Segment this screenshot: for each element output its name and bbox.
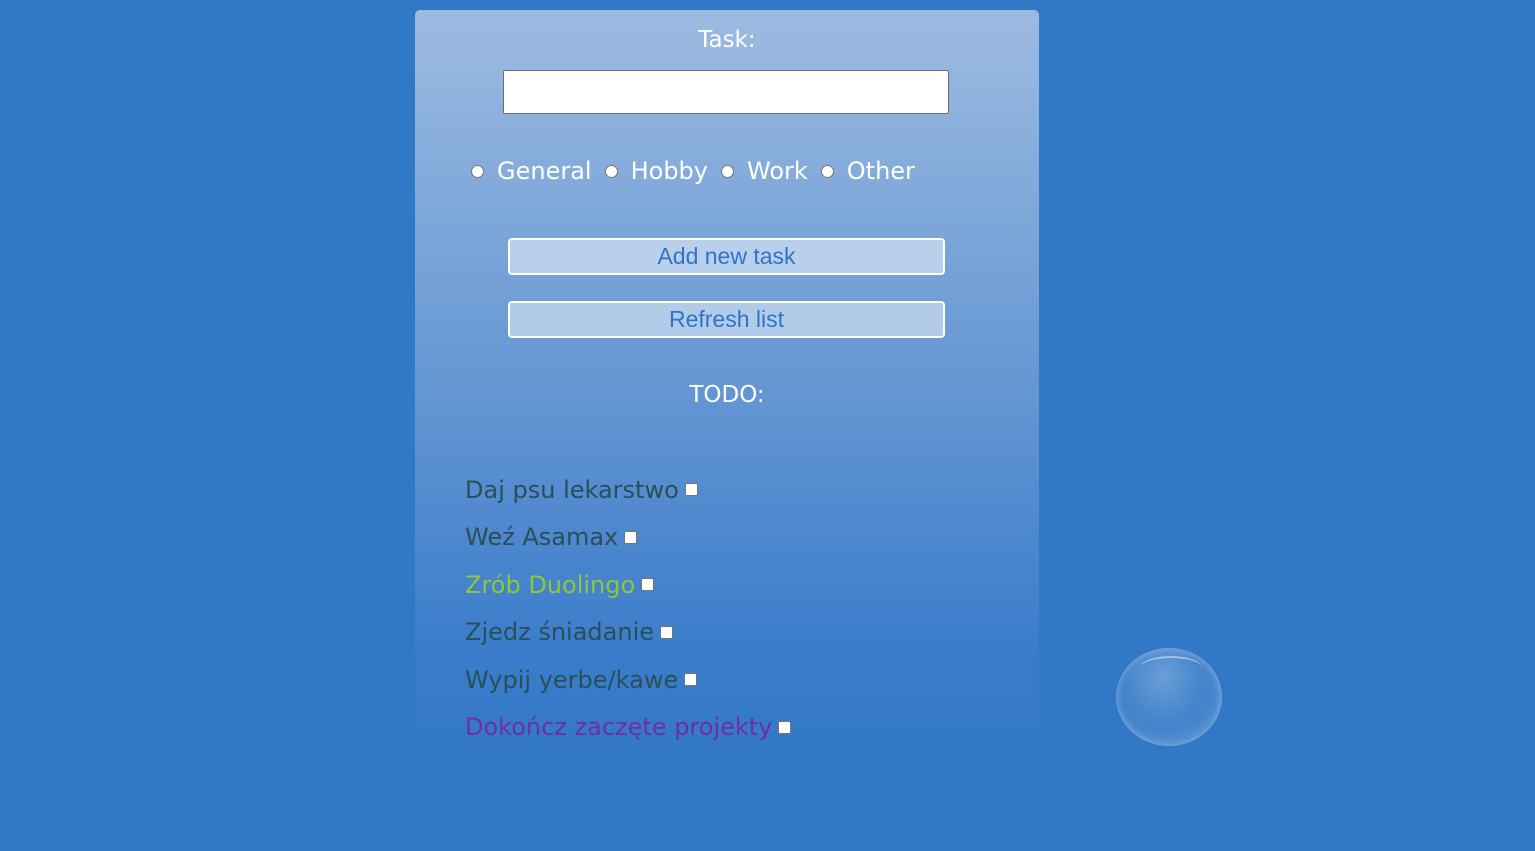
todo-item-checkbox[interactable] — [641, 578, 655, 592]
radio-general-circle[interactable] — [471, 164, 484, 178]
todo-item-text: Wypij yerbe/kawe — [465, 665, 679, 694]
radio-hobby-label: Hobby — [630, 157, 708, 185]
todo-item-checkbox[interactable] — [624, 530, 638, 544]
bubble-shine-decoration — [1140, 656, 1202, 680]
todo-item-text: Zjedz śniadanie — [465, 618, 655, 647]
page: Task: General Hobby Work Other Add new t… — [0, 0, 1535, 851]
radio-work-label: Work — [747, 157, 808, 185]
todo-item-text: Daj psu lekarstwo — [465, 475, 679, 504]
todo-item-checkbox[interactable] — [684, 673, 698, 687]
todo-item-text: Zrób Duolingo — [465, 570, 636, 599]
radio-other-circle[interactable] — [820, 164, 834, 178]
radio-general[interactable]: General — [471, 157, 592, 185]
todo-item-checkbox[interactable] — [660, 625, 674, 639]
todo-item: Wypij yerbe/kawe — [465, 656, 791, 704]
radio-work[interactable]: Work — [721, 157, 808, 185]
todo-item: Zjedz śniadanie — [465, 609, 791, 657]
radio-other-label: Other — [846, 157, 915, 185]
radio-hobby-circle[interactable] — [604, 164, 618, 178]
todo-list: Daj psu lekarstwo Weź Asamax Zrób Duolin… — [465, 466, 792, 752]
todo-item: Weź Asamax — [465, 514, 791, 562]
todo-item: Daj psu lekarstwo — [465, 466, 791, 514]
radio-work-circle[interactable] — [721, 164, 734, 178]
todo-title: TODO: — [689, 382, 765, 408]
todo-item-text: Weź Asamax — [465, 523, 619, 552]
category-radio-group: General Hobby Work Other — [471, 155, 928, 187]
task-input[interactable] — [503, 70, 949, 114]
todo-item-checkbox[interactable] — [778, 720, 792, 734]
todo-item: Zrób Duolingo — [465, 561, 791, 609]
todo-panel: Task: General Hobby Work Other Add new t… — [415, 10, 1039, 770]
refresh-list-button[interactable]: Refresh list — [508, 301, 945, 338]
radio-hobby[interactable]: Hobby — [604, 157, 708, 185]
todo-item-text: Dokończ zaczęte projekty — [465, 713, 773, 742]
todo-item: Dokończ zaczęte projekty — [465, 704, 792, 752]
radio-other[interactable]: Other — [820, 157, 915, 185]
todo-item-checkbox[interactable] — [684, 483, 698, 497]
task-label: Task: — [698, 27, 756, 53]
radio-general-label: General — [497, 157, 592, 185]
add-task-button[interactable]: Add new task — [508, 238, 945, 275]
